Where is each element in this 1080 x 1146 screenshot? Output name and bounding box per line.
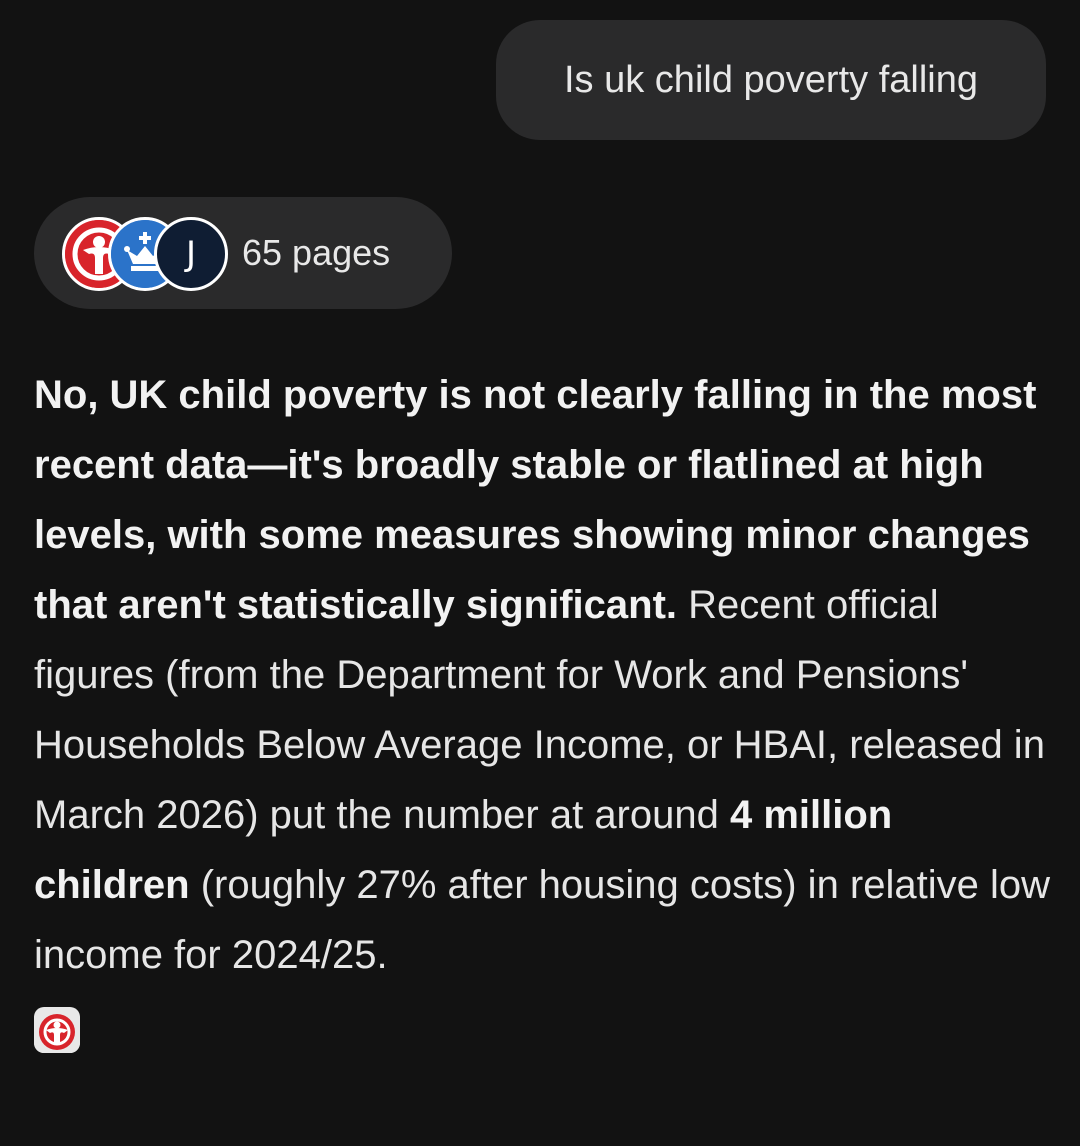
letter-j-logo-icon: J (154, 217, 228, 291)
logo-letter: J (185, 234, 197, 274)
source-favicons: J (62, 217, 228, 291)
answer-paragraph: No, UK child poverty is not clearly fall… (34, 360, 1054, 1060)
user-message-text: Is uk child poverty falling (564, 58, 978, 101)
sources-count: 65 pages (242, 232, 391, 273)
sources-chip[interactable]: J 65 pages (34, 197, 452, 309)
citation-charity-logo-icon[interactable] (34, 1007, 80, 1054)
user-message-bubble: Is uk child poverty falling (496, 20, 1046, 140)
